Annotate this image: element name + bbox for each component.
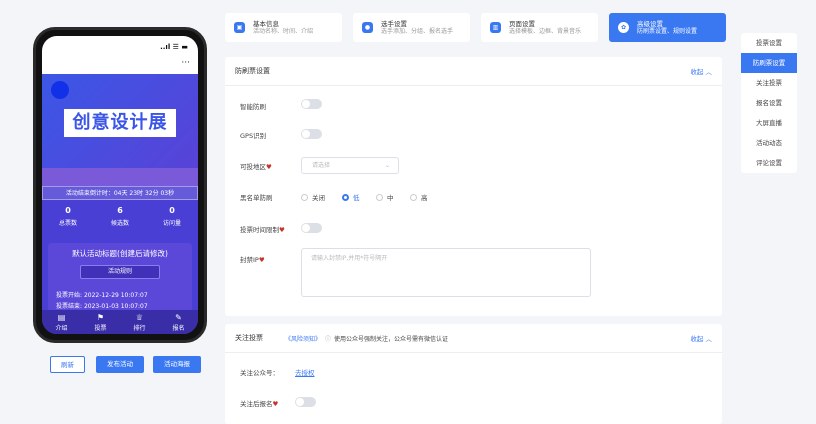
side-item-signup[interactable]: 报名设置 (741, 93, 797, 113)
side-item-follow[interactable]: 关注投票 (741, 73, 797, 93)
side-item-activity[interactable]: 活动动态 (741, 133, 797, 153)
refresh-button[interactable]: 刷新 (50, 356, 85, 373)
tab-rank[interactable]: ♕ 排行 (133, 313, 145, 334)
anti-cheat-panel: 防刷票设置 收起 ︿ 智能防刷 GPS识别 可投地区♥ 请选择 ⌄ 黑名单防刷 关… (225, 57, 722, 316)
tab-signup[interactable]: ✎ 报名 (172, 313, 184, 334)
activity-banner: 创意设计展 (42, 74, 198, 186)
publish-button[interactable]: 发布活动 (96, 356, 144, 373)
step-advanced[interactable]: ✿ 高级设置 防刷票设置、规则设置 (609, 13, 726, 42)
smart-label: 智能防刷 (240, 103, 266, 111)
intro-icon: ▤ (57, 313, 66, 322)
stat-candidates: 6 候选数 (110, 206, 129, 227)
phone-preview: ..ıl ☰ ▬ ··· 创意设计展 活动结束倒计时：04天 23时 32分 0… (33, 27, 207, 343)
stats-row: 0 总票数 6 候选数 0 访问量 (42, 200, 198, 234)
edit-icon: ✎ (175, 313, 182, 322)
tab-intro[interactable]: ▤ 介绍 (55, 313, 67, 334)
gps-toggle[interactable] (301, 129, 322, 139)
status-icons: ..ıl ☰ ▬ (160, 43, 188, 51)
user-icon: ● (362, 22, 373, 33)
after-follow-label: 关注后报名♥ (240, 400, 279, 408)
step-candidates[interactable]: ● 选手设置 选手添加、分组、报名选手 (353, 13, 470, 42)
follow-panel: 关注投票 《风险须知》 ⓘ 使用公众号强制关注，公众号需有微信认证 收起 ︿ 关… (225, 324, 722, 424)
after-follow-toggle[interactable] (295, 397, 316, 407)
risk-link[interactable]: 《风险须知》 (285, 334, 321, 343)
ban-ip-textarea[interactable]: 请输入封禁IP,并用*符号隔开 (301, 248, 591, 297)
side-item-comments[interactable]: 评论设置 (741, 153, 797, 173)
banner-footer (42, 168, 198, 186)
phone-status-bar: ..ıl ☰ ▬ (42, 36, 198, 58)
card-title: 默认活动标题(创建后请修改) (72, 249, 168, 258)
side-item-vote[interactable]: 投票设置 (741, 33, 797, 53)
follow-note: 使用公众号强制关注，公众号需有微信认证 (334, 335, 449, 343)
anti-cheat-header: 防刷票设置 收起 ︿ (225, 57, 722, 86)
region-select[interactable]: 请选择 ⌄ (301, 157, 399, 174)
smart-toggle[interactable] (301, 99, 322, 109)
panel-title: 防刷票设置 (235, 67, 270, 75)
stat-total-votes: 0 总票数 (58, 206, 77, 227)
region-label: 可投地区♥ (240, 163, 272, 171)
step-page[interactable]: ▥ 页面设置 选择模板、边框、背景音乐 (481, 13, 598, 42)
account-label: 关注公众号： (240, 369, 279, 377)
blacklist-high[interactable]: 高 (410, 192, 428, 202)
side-item-anti-cheat[interactable]: 防刷票设置 (741, 53, 797, 73)
gear-icon: ✿ (618, 22, 629, 33)
tab-vote[interactable]: ⚑ 投票 (94, 313, 106, 334)
side-item-live[interactable]: 大屏直播 (741, 113, 797, 133)
gps-label: GPS识别 (240, 132, 267, 140)
blacklist-low[interactable]: 低 (342, 192, 360, 202)
vip-icon: ♥ (258, 256, 265, 264)
blacklist-off[interactable]: 关闭 (301, 192, 325, 202)
blacklist-label: 黑名单防刷 (240, 194, 273, 202)
banner-dot (51, 81, 69, 99)
vote-end: 投票结束: 2023-01-03 10:07:07 (56, 303, 148, 310)
time-limit-toggle[interactable] (301, 223, 322, 233)
vip-icon: ♥ (266, 163, 272, 171)
phone-screen: ..ıl ☰ ▬ ··· 创意设计展 活动结束倒计时：04天 23时 32分 0… (42, 36, 198, 334)
follow-header: 关注投票 《风险须知》 ⓘ 使用公众号强制关注，公众号需有微信认证 收起 ︿ (225, 324, 722, 353)
page-icon: ▥ (490, 22, 501, 33)
poster-button[interactable]: 活动海报 (153, 356, 201, 373)
chevron-down-icon: ⌄ (384, 162, 390, 169)
phone-tabbar: ▤ 介绍 ⚑ 投票 ♕ 排行 ✎ 报名 (42, 310, 198, 334)
vote-icon: ⚑ (96, 313, 105, 322)
trophy-icon: ♕ (135, 313, 144, 322)
more-menu-icon[interactable]: ··· (42, 58, 198, 74)
vip-icon: ♥ (279, 226, 285, 234)
rule-button[interactable]: 活动规则 (80, 265, 160, 279)
follow-collapse-button[interactable]: 收起 ︿ (690, 333, 712, 343)
countdown: 活动结束倒计时：04天 23时 32分 03秒 (42, 186, 198, 200)
info-icon: ▣ (234, 22, 245, 33)
ban-ip-label: 封禁IP♥ (240, 256, 265, 264)
stat-visits: 0 访问量 (162, 206, 181, 227)
authorize-link[interactable]: 去授权 (295, 367, 315, 377)
step-basic-info[interactable]: ▣ 基本信息 活动名称、时间、介绍 (225, 13, 342, 42)
banner-title: 创意设计展 (64, 109, 176, 137)
follow-title: 关注投票 (235, 334, 263, 342)
vote-start: 投票开始: 2022-12-29 10:07:07 (56, 292, 148, 299)
time-limit-label: 投票时间限制♥ (240, 226, 285, 234)
side-menu: 投票设置 防刷票设置 关注投票 报名设置 大屏直播 活动动态 评论设置 (741, 33, 797, 173)
vip-icon: ♥ (272, 400, 279, 408)
collapse-button[interactable]: 收起 ︿ (690, 66, 712, 76)
blacklist-mid[interactable]: 中 (376, 192, 394, 202)
info-circle-icon: ⓘ (325, 335, 332, 343)
